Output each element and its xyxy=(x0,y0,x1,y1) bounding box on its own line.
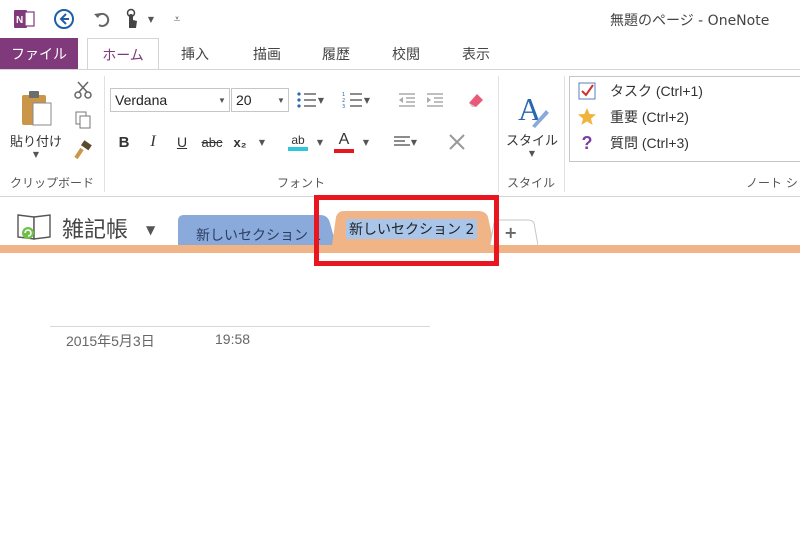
chevron-down-icon: ▼ xyxy=(410,137,418,147)
decrease-indent-icon[interactable] xyxy=(394,88,420,112)
underline-button[interactable]: U xyxy=(172,130,192,154)
back-icon[interactable] xyxy=(50,7,78,31)
bullets-button[interactable]: ▼ xyxy=(293,88,327,112)
notebook-icon[interactable] xyxy=(16,211,54,241)
tags-group-label: ノート シ xyxy=(746,176,798,190)
chevron-down-icon: ▼ xyxy=(528,149,536,158)
align-button[interactable]: ▼ xyxy=(387,130,423,154)
eraser-icon[interactable] xyxy=(463,88,489,112)
ribbon-tab-row: ファイル ホーム 挿入 描画 履歴 校閲 表示 xyxy=(0,38,800,71)
page-canvas[interactable] xyxy=(0,253,800,540)
copy-icon[interactable] xyxy=(70,108,96,132)
tab-history[interactable]: 履歴 xyxy=(306,38,366,70)
format-painter-icon[interactable] xyxy=(70,138,96,162)
chevron-down-icon: ▼ xyxy=(277,95,285,105)
tag-label: 重要 (Ctrl+2) xyxy=(610,109,689,125)
star-icon xyxy=(576,107,598,127)
font-group-label: フォント xyxy=(276,176,325,190)
add-section-icon[interactable]: + xyxy=(504,223,517,242)
highlight-box xyxy=(314,195,499,266)
highlight-swatch xyxy=(288,147,308,151)
clipboard-group-label: クリップボード xyxy=(9,176,94,190)
paste-dropdown-icon: ▼ xyxy=(32,150,40,159)
numbering-button[interactable]: 123 ▼ xyxy=(337,88,375,112)
onenote-logo-icon: N xyxy=(10,7,38,31)
font-color-icon: A xyxy=(338,131,350,148)
bold-button[interactable]: B xyxy=(114,130,134,154)
tag-item-task[interactable]: タスク (Ctrl+1) xyxy=(576,79,703,103)
page-title-line xyxy=(50,326,430,327)
styles-button[interactable]: A スタイル ▼ xyxy=(503,78,561,170)
font-color-swatch xyxy=(334,149,354,153)
font-size-value: 20 xyxy=(236,92,252,108)
cut-icon[interactable] xyxy=(70,78,96,102)
notebook-name[interactable]: 雑記帳 xyxy=(62,212,128,244)
styles-group-label: スタイル xyxy=(506,176,555,190)
page-time: 19:58 xyxy=(215,331,251,347)
group-separator xyxy=(564,76,565,192)
notebook-dropdown-icon[interactable]: ▼ xyxy=(146,223,155,237)
tag-item-question[interactable]: ? 質問 (Ctrl+3) xyxy=(576,131,689,155)
page-date: 2015年5月3日 xyxy=(66,333,155,349)
tab-draw[interactable]: 描画 xyxy=(237,38,297,70)
touch-mode-icon[interactable] xyxy=(120,7,144,31)
title-bar: N ▼ ⩡ 無題のページ - OneNote xyxy=(0,0,800,38)
font-size-select[interactable]: 20 ▼ xyxy=(231,88,289,112)
ribbon: 貼り付け ▼ クリップボード Verdana ▼ 20 ▼ ▼ 123 ▼ B … xyxy=(0,70,800,197)
svg-text:3: 3 xyxy=(342,104,345,109)
tab-file[interactable]: ファイル xyxy=(0,38,78,70)
chevron-down-icon[interactable]: ▼ xyxy=(256,130,268,154)
question-icon: ? xyxy=(581,132,593,153)
chevron-down-icon: ▼ xyxy=(363,95,371,105)
paste-button[interactable]: 貼り付け ▼ xyxy=(8,78,64,170)
qat-dropdown-icon[interactable]: ▼ xyxy=(145,7,157,31)
styles-icon: A xyxy=(518,91,549,128)
tag-item-important[interactable]: 重要 (Ctrl+2) xyxy=(576,105,689,129)
tag-label: タスク (Ctrl+1) xyxy=(610,83,703,99)
subscript-button[interactable]: x₂ xyxy=(230,130,250,154)
customize-qat-icon[interactable]: ⩡ xyxy=(170,7,184,31)
chevron-down-icon[interactable]: ▼ xyxy=(360,130,372,154)
italic-button[interactable]: I xyxy=(143,130,163,154)
tab-review[interactable]: 校閲 xyxy=(376,38,436,70)
highlight-color-button[interactable]: ab xyxy=(286,128,310,156)
tag-label: 質問 (Ctrl+3) xyxy=(610,135,689,151)
tab-insert[interactable]: 挿入 xyxy=(165,38,225,70)
highlight-icon: ab xyxy=(291,133,305,147)
tab-home[interactable]: ホーム xyxy=(87,38,159,71)
chevron-down-icon[interactable]: ▼ xyxy=(314,130,326,154)
strikethrough-button[interactable]: abc xyxy=(199,130,225,154)
chevron-down-icon: ▼ xyxy=(218,95,226,105)
clear-formatting-icon[interactable] xyxy=(444,130,470,154)
chevron-down-icon: ▼ xyxy=(317,95,325,105)
section-tab-1-label[interactable]: 新しいセクション 1 xyxy=(196,225,321,245)
styles-label: スタイル xyxy=(505,134,558,149)
svg-text:N: N xyxy=(16,15,23,26)
font-family-value: Verdana xyxy=(115,92,168,108)
font-color-button[interactable]: A xyxy=(333,128,355,156)
window-title: 無題のページ - OneNote xyxy=(610,13,770,29)
tags-gallery: タスク (Ctrl+1) 重要 (Ctrl+2) ? 質問 (Ctrl+3) xyxy=(569,76,800,162)
tab-view[interactable]: 表示 xyxy=(446,38,506,70)
undo-icon[interactable] xyxy=(90,7,114,31)
font-family-select[interactable]: Verdana ▼ xyxy=(110,88,230,112)
increase-indent-icon[interactable] xyxy=(422,88,448,112)
checkbox-icon xyxy=(576,82,598,100)
paste-label: 貼り付け xyxy=(9,135,62,150)
clipboard-icon xyxy=(22,91,52,126)
